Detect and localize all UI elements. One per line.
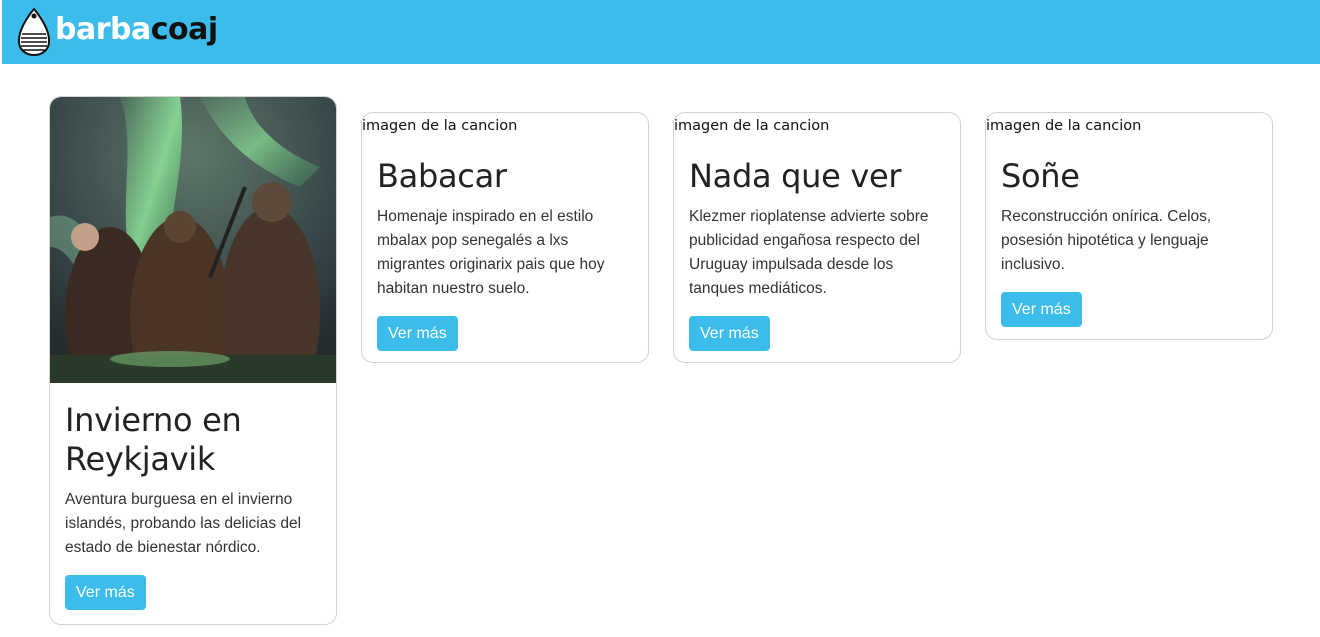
brand-name-part2: coaj bbox=[150, 12, 218, 47]
ver-mas-button[interactable]: Ver más bbox=[1001, 292, 1082, 327]
ver-mas-button[interactable]: Ver más bbox=[689, 316, 770, 351]
ver-mas-button[interactable]: Ver más bbox=[377, 316, 458, 351]
song-image-placeholder: imagen de la cancion bbox=[362, 118, 518, 134]
song-card: Invierno en Reykjavik Aventura burguesa … bbox=[49, 96, 337, 625]
song-description: Klezmer rioplatense advierte sobre publi… bbox=[689, 208, 929, 297]
song-description: Aventura burguesa en el invierno islandé… bbox=[65, 491, 302, 556]
song-card: imagen de la cancion Babacar Homenaje in… bbox=[361, 112, 649, 363]
song-card: imagen de la cancion Soñe Reconstrucción… bbox=[985, 112, 1273, 340]
navbar: barbacoaj bbox=[0, 0, 1320, 64]
song-title: Nada que ver bbox=[689, 157, 902, 195]
drop-logo-icon bbox=[17, 7, 51, 57]
brand-name-part1: barba bbox=[55, 12, 151, 47]
song-description: Reconstrucción onírica. Celos, posesión … bbox=[1001, 208, 1212, 273]
song-photo bbox=[50, 97, 336, 383]
brand-name: barbacoaj bbox=[55, 15, 218, 45]
song-title: Invierno en Reykjavik bbox=[65, 401, 242, 478]
song-title: Soñe bbox=[1001, 157, 1080, 195]
song-description: Homenaje inspirado en el estilo mbalax p… bbox=[377, 208, 605, 297]
song-image-placeholder: imagen de la cancion bbox=[674, 118, 830, 134]
ver-mas-button[interactable]: Ver más bbox=[65, 575, 146, 610]
song-title: Babacar bbox=[377, 157, 507, 195]
song-card: imagen de la cancion Nada que ver Klezme… bbox=[673, 112, 961, 363]
song-image-placeholder: imagen de la cancion bbox=[986, 118, 1142, 134]
brand-link[interactable]: barbacoaj bbox=[16, 6, 218, 58]
